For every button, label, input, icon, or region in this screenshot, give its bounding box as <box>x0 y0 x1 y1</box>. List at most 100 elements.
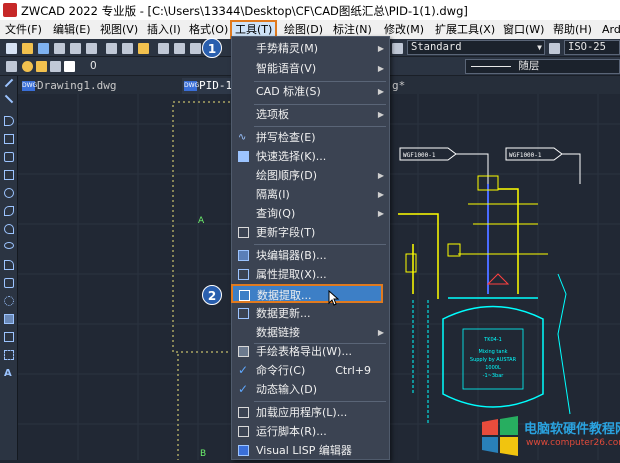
cut-icon[interactable] <box>106 43 117 54</box>
step-badge-1: 1 <box>202 38 222 58</box>
ellipse-icon[interactable] <box>4 242 14 249</box>
menu-item-label: 快速选择(K)... <box>256 150 327 163</box>
tank-text-1: Mixing tank <box>478 349 507 355</box>
dim-style-icon <box>549 43 560 54</box>
menu-item-palettes[interactable]: 选项板 ▶ <box>232 105 389 124</box>
point-icon[interactable] <box>4 296 14 306</box>
menu-item-label: 更新字段(T) <box>256 226 316 239</box>
polygon-icon[interactable] <box>4 152 14 162</box>
menu-item-load-application[interactable]: 加载应用程序(L)... <box>232 403 389 422</box>
line-icon[interactable] <box>4 78 14 88</box>
menu-dimension[interactable]: 标注(N) <box>333 22 372 37</box>
layer-manager-icon[interactable] <box>6 61 17 72</box>
menu-item-visual-lisp[interactable]: Visual LISP 编辑器 <box>232 441 389 460</box>
lock-icon[interactable] <box>50 61 61 72</box>
region-icon[interactable] <box>4 332 14 342</box>
menu-modify[interactable]: 修改(M) <box>384 22 424 37</box>
layer-name[interactable]: 0 <box>90 60 97 72</box>
sun-icon[interactable] <box>36 61 47 72</box>
dim-style-value: ISO-25 <box>568 41 606 53</box>
dim-style-select[interactable]: ISO-25 <box>564 40 620 55</box>
paste-icon[interactable] <box>138 43 149 54</box>
menu-express-tools[interactable]: 扩展工具(X) <box>435 22 495 37</box>
hatch-icon[interactable] <box>4 314 14 324</box>
menu-item-data-extract[interactable]: 数据提取... <box>231 284 383 303</box>
submenu-arrow-icon: ▶ <box>377 328 384 337</box>
zone-label-b: B <box>200 449 206 459</box>
title-bar: ZWCAD 2022 专业版 - [C:\Users\13344\Desktop… <box>0 0 620 20</box>
menu-item-data-link[interactable]: 数据链接 ▶ <box>232 323 389 342</box>
menu-item-data-update[interactable]: 数据更新... <box>232 304 389 323</box>
attribute-extract-icon <box>238 269 249 280</box>
plot-icon[interactable] <box>86 43 97 54</box>
text-style-select[interactable]: Standard ▼ <box>407 40 545 55</box>
open-file-icon[interactable] <box>22 43 33 54</box>
menu-item-label: 智能语音(V) <box>256 62 317 75</box>
menu-item-label: 数据提取... <box>257 289 312 302</box>
menu-item-attribute-extract[interactable]: 属性提取(X)... <box>232 265 389 284</box>
menu-ard[interactable]: Ard <box>602 22 620 37</box>
copy-icon[interactable] <box>122 43 133 54</box>
menu-item-label: 查询(Q) <box>256 207 296 220</box>
menu-file[interactable]: 文件(F) <box>5 22 42 37</box>
menu-item-draw-order[interactable]: 绘图顺序(D) ▶ <box>232 166 389 185</box>
linetype-select[interactable]: 随层 <box>465 59 620 74</box>
menu-help[interactable]: 帮助(H) <box>553 22 592 37</box>
menu-item-voice[interactable]: 智能语音(V) ▶ <box>232 59 389 78</box>
menu-item-isolate[interactable]: 隔离(I) ▶ <box>232 185 389 204</box>
rectangle-icon[interactable] <box>4 170 14 180</box>
menu-item-update-field[interactable]: 更新字段(T) <box>232 223 389 242</box>
print-icon[interactable] <box>54 43 65 54</box>
menu-item-run-script[interactable]: 运行脚本(R)... <box>232 422 389 441</box>
menu-item-quick-select[interactable]: 快速选择(K)... <box>232 147 389 166</box>
menu-window[interactable]: 窗口(W) <box>503 22 544 37</box>
menu-item-label: 块编辑器(B)... <box>256 249 327 262</box>
lightbulb-icon[interactable] <box>22 61 33 72</box>
menu-item-label: 手绘表格导出(W)... <box>256 345 352 358</box>
menu-item-label: 手势精灵(M) <box>256 42 319 55</box>
watermark-url: www.computer26.com <box>526 438 620 448</box>
menu-item-label: 属性提取(X)... <box>256 268 327 281</box>
polyline-icon[interactable] <box>4 134 14 144</box>
spline-icon[interactable] <box>4 224 14 234</box>
ellipse-arc-icon[interactable] <box>4 260 14 270</box>
menu-item-label: CAD 标准(S) <box>256 85 321 98</box>
save-icon[interactable] <box>38 43 49 54</box>
new-file-icon[interactable] <box>6 43 17 54</box>
menu-view[interactable]: 视图(V) <box>100 22 138 37</box>
menu-insert[interactable]: 插入(I) <box>147 22 181 37</box>
menu-draw[interactable]: 绘图(D) <box>284 22 323 37</box>
menu-item-cad-standards[interactable]: CAD 标准(S) ▶ <box>232 82 389 101</box>
menu-item-inquiry[interactable]: 查询(Q) ▶ <box>232 204 389 223</box>
menu-item-spell-check[interactable]: ∿ 拼写检查(E) <box>232 128 389 147</box>
menu-item-dynamic-input[interactable]: ✓ 动态输入(D) <box>232 380 389 399</box>
revcloud-icon[interactable] <box>4 206 14 216</box>
submenu-arrow-icon: ▶ <box>377 64 384 73</box>
preview-icon[interactable] <box>70 43 81 54</box>
insert-block-icon[interactable] <box>4 278 14 288</box>
mtext-icon[interactable]: A <box>4 368 12 379</box>
xline-icon[interactable] <box>4 94 14 104</box>
mouse-cursor-icon <box>328 290 340 306</box>
menu-item-gesture[interactable]: 手势精灵(M) ▶ <box>232 39 389 58</box>
redo-icon[interactable] <box>190 43 201 54</box>
circle-icon[interactable] <box>4 188 14 198</box>
window-title: ZWCAD 2022 专业版 - [C:\Users\13344\Desktop… <box>21 4 468 18</box>
menu-item-block-editor[interactable]: 块编辑器(B)... <box>232 246 389 265</box>
arc-icon[interactable] <box>4 116 14 126</box>
menu-item-command-line[interactable]: ✓ 命令行(C) Ctrl+9 <box>232 361 389 380</box>
dwg-file-icon: DWG <box>184 81 200 91</box>
chevron-down-icon: ▼ <box>537 43 542 52</box>
menu-item-table-export[interactable]: 手绘表格导出(W)... <box>232 342 389 361</box>
tab-third[interactable]: g* <box>390 78 430 94</box>
undo-icon[interactable] <box>174 43 185 54</box>
match-properties-icon[interactable] <box>158 43 169 54</box>
tab-drawing1[interactable]: DWG Drawing1.dwg <box>20 78 206 94</box>
layer-color-icon[interactable] <box>64 61 75 72</box>
menu-format[interactable]: 格式(O) <box>189 22 228 37</box>
table-icon[interactable] <box>4 350 14 360</box>
menu-edit[interactable]: 编辑(E) <box>53 22 91 37</box>
linetype-sample <box>471 65 511 67</box>
menu-item-label: 拼写检查(E) <box>256 131 316 144</box>
menu-separator <box>254 401 386 402</box>
